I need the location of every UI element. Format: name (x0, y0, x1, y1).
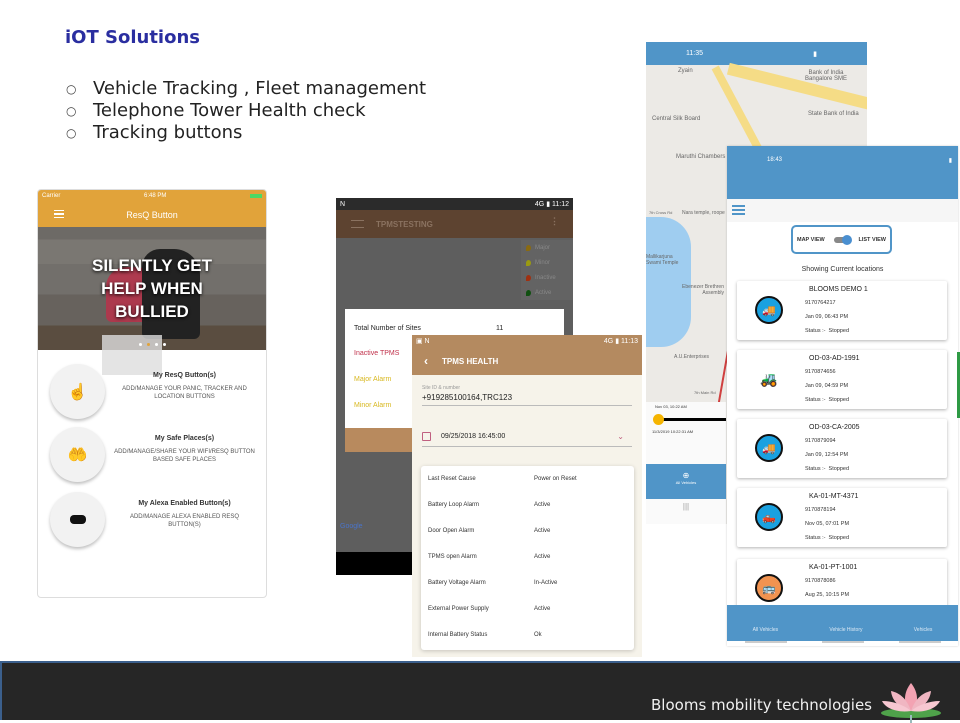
tab-all-vehicles[interactable]: ⊕ All Vehicles (646, 464, 726, 499)
site-id-field[interactable]: Site ID & number +919285100164,TRC123 (422, 385, 632, 406)
globe-icon: ⊕ (682, 471, 690, 480)
table-row: Door Open Alarm Active (428, 528, 551, 534)
hero-banner[interactable]: SILENTLY GET HELP WHEN BULLIED (38, 227, 266, 375)
feature-item: ○ Tracking buttons (66, 122, 243, 143)
resq-app-screenshot: Carrier 6:48 PM ResQ Button SILENTLY GET… (37, 189, 267, 598)
status-bar: N 4G ▮ 11:12 (336, 198, 573, 210)
hamburger-menu-icon[interactable] (351, 220, 364, 228)
table-row: TPMS open Alarm Active (428, 554, 551, 560)
timeline-slider-track[interactable] (658, 418, 726, 421)
hamburger-menu-icon[interactable] (732, 205, 745, 215)
vehicle-card[interactable]: 🚚 BLOOMS DEMO 1 9170764217 Jan 09, 06:43… (737, 281, 947, 340)
hamburger-menu-icon[interactable] (54, 210, 64, 218)
brand-name: Blooms mobility technologies (651, 696, 872, 714)
app-header: ‹ TPMS HEALTH (412, 347, 642, 375)
recents-icon[interactable]: ||| (646, 502, 726, 511)
feature-list: ○ Vehicle Tracking , Fleet management ○ Te… (66, 78, 426, 144)
table-row: Battery Loop Alarm Active (428, 502, 551, 508)
status-bar: Carrier 6:48 PM (38, 190, 266, 202)
tab-all-vehicles[interactable]: All Vehicles (753, 627, 779, 633)
touch-button-icon[interactable]: ☝ (50, 364, 105, 419)
bottom-tab-bar: All Vehicles Vehicle History Vehicles (727, 605, 958, 641)
bullet-icon: ○ (66, 104, 77, 118)
back-arrow-icon[interactable]: ‹ (424, 354, 428, 368)
bullet-icon: ○ (66, 126, 77, 140)
more-options-icon[interactable]: ⋮ (550, 216, 559, 227)
status-bar: 18:43 ▮ (727, 146, 958, 199)
history-controls: Nov 03, 10:22 AM 11/3/2019 10:22:31 AM ⊕… (646, 402, 726, 524)
calendar-icon[interactable] (422, 432, 431, 441)
app-header: ResQ Button (38, 202, 266, 227)
table-row: External Power Supply Active (428, 606, 551, 612)
table-row: Battery Voltage Alarm In-Active (428, 580, 558, 586)
view-toggle[interactable]: MAP VIEW LIST VIEW (791, 225, 892, 254)
tab-vehicle-history[interactable]: Vehicle History (829, 627, 862, 633)
health-table: Last Reset Cause Power on Reset Battery L… (421, 466, 634, 650)
lotus-logo-icon (881, 683, 941, 723)
vehicle-card[interactable]: 🚜 OD-03-AD-1991 9170874656 Jan 09, 04:59… (737, 350, 947, 409)
status-bar: 11:35 ▮ (646, 42, 867, 65)
resq-buttons-item[interactable]: ☝ My ResQ Button(s) ADD/MANAGE YOUR PANIC… (50, 364, 256, 422)
toggle-switch[interactable] (833, 234, 852, 245)
app-header: TPMSTESTING ⋮ (336, 210, 573, 238)
feature-item: ○ Vehicle Tracking , Fleet management (66, 78, 427, 99)
truck-icon: 🚚 (755, 434, 783, 462)
alexa-device-icon[interactable] (50, 492, 105, 547)
vehicle-card[interactable]: 🛻 KA-01-MT-4371 9170878194 Nov 05, 07:01… (737, 488, 947, 547)
chevron-down-icon[interactable]: ⌄ (617, 432, 624, 441)
alexa-buttons-item[interactable]: My Alexa Enabled Button(s) ADD/MANAGE ALE… (50, 492, 256, 550)
status-bar: ▣ N 4G ▮ 11:13 (412, 335, 642, 347)
slide-title: iOT Solutions (65, 27, 200, 48)
tpms-health-screenshot: ▣ N 4G ▮ 11:13 ‹ TPMS HEALTH Site ID & nu… (412, 335, 642, 657)
map-legend: Major Minor Inactive Active (521, 240, 573, 300)
vehicle-card[interactable]: 🚚 OD-03-CA-2005 9170879094 Jan 09, 12:54… (737, 419, 947, 478)
google-logo: Google (340, 523, 363, 530)
slide-footer: Blooms mobility technologies (0, 661, 960, 723)
timeline-slider-handle[interactable] (653, 414, 664, 425)
table-row: Internal Battery Status Ok (428, 632, 542, 638)
table-row: Last Reset Cause Power on Reset (428, 476, 577, 482)
tab-vehicles[interactable]: Vehicles (914, 627, 933, 633)
battery-icon (249, 194, 262, 198)
vehicle-list-screenshot: 18:43 ▮ MAP VIEW LIST VIEW Showing Curren… (727, 146, 958, 646)
datetime-picker[interactable]: 09/25/2018 16:45:00 ⌄ (422, 432, 632, 447)
safe-hands-icon[interactable]: 🤲 (50, 427, 105, 482)
feature-item: ○ Telephone Tower Health check (66, 100, 366, 121)
truck-icon: 🚚 (755, 296, 783, 324)
carousel-dots[interactable] (38, 343, 266, 346)
tractor-icon: 🚜 (760, 370, 778, 387)
bullet-icon: ○ (66, 82, 77, 96)
safe-places-item[interactable]: 🤲 My Safe Places(s) ADD/MANAGE/SHARE YOUR… (50, 427, 256, 485)
bus-icon: 🚌 (755, 574, 783, 602)
pickup-truck-icon: 🛻 (755, 503, 783, 531)
